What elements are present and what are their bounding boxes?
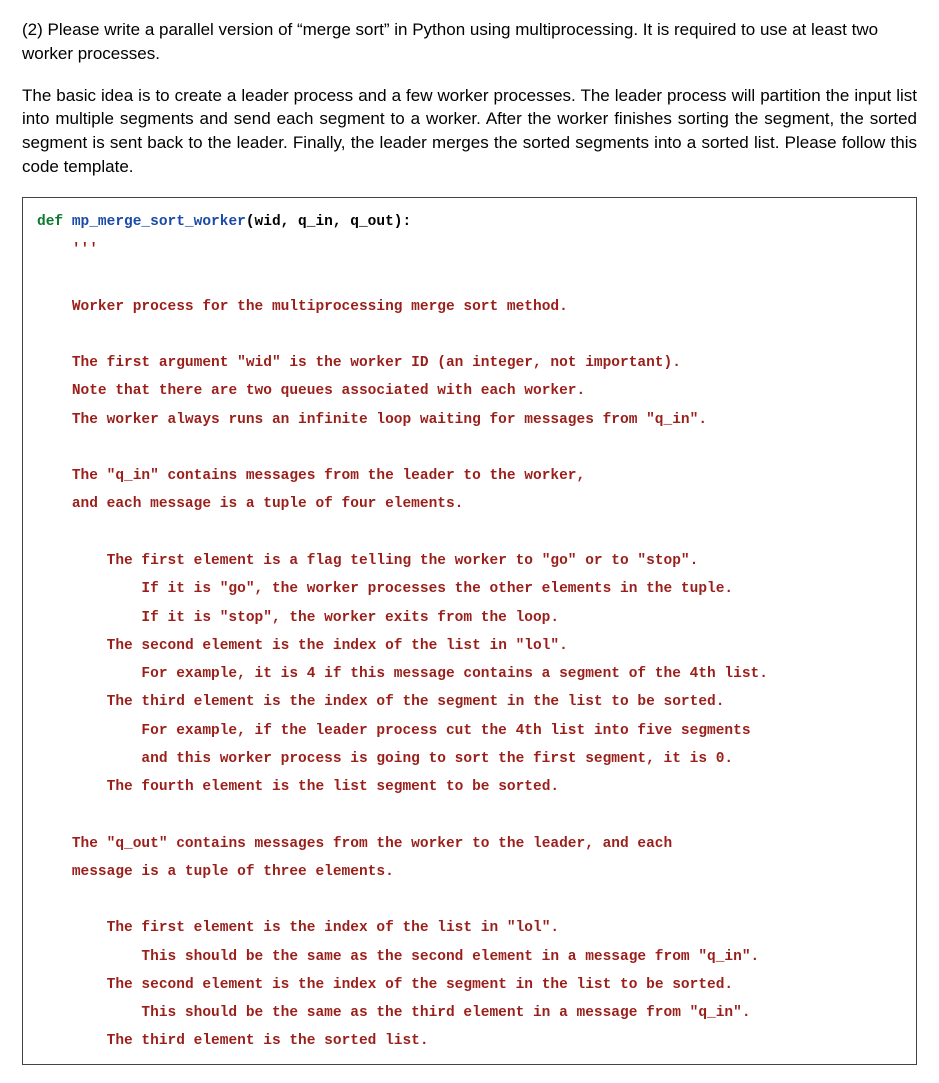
docstring-line: The first element is the index of the li… [107, 920, 559, 936]
function-params: (wid, q_in, q_out): [246, 214, 411, 230]
docstring-line: If it is "stop", the worker exits from t… [141, 610, 559, 626]
question-number: (2) [22, 20, 43, 39]
question-paragraph-2: The basic idea is to create a leader pro… [22, 84, 917, 179]
docstring-line: The "q_out" contains messages from the w… [72, 836, 672, 852]
keyword-def: def [37, 214, 63, 230]
docstring-open: ''' [72, 242, 98, 258]
docstring-line: If it is "go", the worker processes the … [141, 581, 733, 597]
docstring-line: For example, it is 4 if this message con… [141, 666, 768, 682]
question-text-1: Please write a parallel version of “merg… [22, 20, 878, 63]
docstring-line: The third element is the sorted list. [107, 1033, 429, 1049]
docstring-line: Note that there are two queues associate… [72, 383, 585, 399]
code-template-box: def mp_merge_sort_worker(wid, q_in, q_ou… [22, 197, 917, 1065]
docstring-line: The second element is the index of the l… [107, 638, 568, 654]
docstring-line: The first element is a flag telling the … [107, 553, 699, 569]
docstring-line: The second element is the index of the s… [107, 977, 734, 993]
docstring-line: The "q_in" contains messages from the le… [72, 468, 585, 484]
docstring-line: and each message is a tuple of four elem… [72, 496, 464, 512]
docstring-line: Worker process for the multiprocessing m… [72, 299, 568, 315]
docstring-line: The worker always runs an infinite loop … [72, 412, 707, 428]
docstring-line: The first argument "wid" is the worker I… [72, 355, 681, 371]
docstring-line: The third element is the index of the se… [107, 694, 725, 710]
question-paragraph-1: (2) Please write a parallel version of “… [22, 18, 917, 66]
docstring-line: This should be the same as the second el… [141, 949, 759, 965]
docstring-line: This should be the same as the third ele… [141, 1005, 750, 1021]
docstring-line: For example, if the leader process cut t… [141, 723, 750, 739]
docstring-line: The fourth element is the list segment t… [107, 779, 559, 795]
function-name: mp_merge_sort_worker [72, 214, 246, 230]
docstring-line: and this worker process is going to sort… [141, 751, 733, 767]
docstring-line: message is a tuple of three elements. [72, 864, 394, 880]
